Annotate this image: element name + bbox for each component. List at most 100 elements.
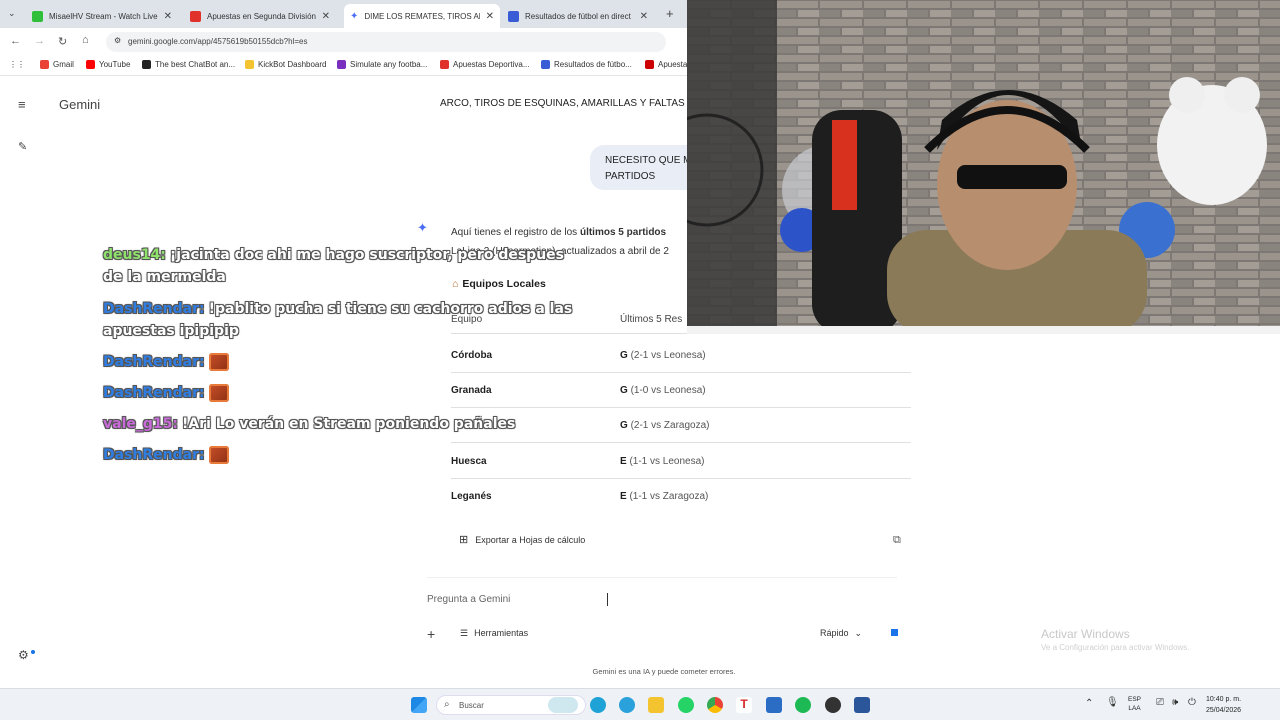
stop-button[interactable]	[891, 629, 898, 636]
prompt-input[interactable]: Pregunta a Gemini	[427, 594, 510, 605]
text-app-icon[interactable]: T	[736, 697, 752, 713]
windows-taskbar: ⌕ Buscar T ⌃ 🎙 ESP LAA ⎚ 🕪 ⏻ 10:40 p. m. 2…	[0, 688, 1280, 720]
tools-button[interactable]: ☰ Herramientas	[460, 628, 528, 639]
column-header: Últimos 5 Res	[620, 314, 683, 325]
kickbot-icon	[245, 60, 254, 69]
file-explorer-icon[interactable]	[648, 697, 664, 713]
chat-message: DashRendar:	[103, 351, 583, 373]
resultados-favicon-icon	[508, 10, 519, 22]
reload-icon[interactable]: ↻	[58, 35, 67, 48]
prompt-header: ARCO, TIROS DE ESQUINAS, AMARILLAS Y FAL…	[440, 98, 685, 109]
volume-icon[interactable]: 🕪	[1172, 697, 1178, 708]
bookmark-simulate[interactable]: Simulate any footba...	[337, 60, 427, 69]
activation-watermark-subtitle: Ve a Configuración para activar Windows.	[1041, 643, 1190, 652]
battery-icon[interactable]: ⏻	[1188, 697, 1196, 708]
home-icon[interactable]: ⌂	[82, 34, 89, 46]
chat-username: DashRendar:	[103, 301, 205, 317]
chat-username: DashRendar:	[103, 447, 205, 463]
export-label: Exportar a Hojas de cálculo	[475, 534, 586, 545]
table-icon: ⊞	[459, 534, 469, 546]
bookmark-gmail[interactable]: Gmail	[40, 60, 74, 69]
url-input[interactable]: ⚙ gemini.google.com/app/4575619b50155dcb…	[106, 32, 666, 52]
tab-title: MisaelHV Stream - Watch Live	[49, 11, 158, 21]
kick-favicon-icon	[32, 10, 43, 22]
bookmark-apuesta[interactable]: Apuesta	[645, 60, 687, 69]
tab-title: Apuestas en Segunda División	[207, 11, 316, 21]
forward-icon[interactable]: →	[34, 35, 45, 47]
network-icon[interactable]: ⎚	[1156, 697, 1164, 708]
spotify-icon[interactable]	[795, 697, 811, 713]
obs-icon[interactable]	[825, 697, 841, 713]
windows-start-icon[interactable]	[411, 697, 427, 713]
menu-icon[interactable]: ≡	[18, 97, 26, 112]
emote-icon	[208, 353, 229, 371]
result-cell: E (1-1 vs Zaragoza)	[620, 491, 709, 502]
search-placeholder: Buscar	[459, 701, 484, 710]
result-cell: G (2-1 vs Leonesa)	[620, 349, 706, 361]
copy-icon[interactable]: ⧉	[893, 534, 901, 547]
table-row: Leganés E (1-1 vs Zaragoza)	[451, 479, 911, 514]
bookmarks-bar: ⋮⋮ Gmail YouTube The best ChatBot an... …	[0, 56, 687, 76]
close-icon[interactable]: ✕	[164, 11, 172, 22]
disclaimer-text: Gemini es una IA y puede cometer errores…	[592, 667, 736, 676]
tab-3-active[interactable]: ✦ DIME LOS REMATES, TIROS AL ✕	[344, 4, 500, 28]
tab-2[interactable]: Apuestas en Segunda División ✕	[184, 4, 336, 28]
new-tab-icon[interactable]: +	[666, 6, 674, 21]
gemini-sparkle-icon: ✦	[417, 220, 428, 235]
chat-text: !Ari Lo verán en Stream poniendo pañales	[181, 416, 516, 432]
word-icon[interactable]	[854, 697, 870, 713]
model-mode-dropdown[interactable]: Rápido ⌄	[820, 628, 862, 639]
new-chat-icon[interactable]: ✎	[18, 140, 27, 153]
browser-tab-strip: ⌄ MisaelHV Stream - Watch Live ✕ Apuesta…	[0, 0, 687, 28]
bookmark-apuestas[interactable]: Apuestas Deportiva...	[440, 60, 529, 69]
simulate-icon	[337, 60, 346, 69]
tab-1[interactable]: MisaelHV Stream - Watch Live ✕	[26, 4, 178, 28]
apuestas-icon	[440, 60, 449, 69]
close-icon[interactable]: ✕	[640, 11, 648, 22]
apuesta-icon	[645, 60, 654, 69]
telegram-icon[interactable]	[619, 697, 635, 713]
clock[interactable]: 10:40 p. m. 25/04/2026	[1206, 694, 1241, 716]
chat-username: DashRendar:	[103, 385, 205, 401]
language-indicator[interactable]: ESP LAA	[1128, 695, 1141, 713]
chat-message: deus14: ¡jacinta doc ahi me hago suscript…	[103, 244, 583, 288]
widget-icon[interactable]	[548, 697, 578, 713]
close-icon[interactable]: ✕	[486, 11, 494, 22]
whatsapp-icon[interactable]	[678, 697, 694, 713]
url-text: gemini.google.com/app/4575619b50155dcb?h…	[128, 37, 308, 46]
tab-4[interactable]: Resultados de fútbol en direct ✕	[502, 4, 654, 28]
chat-message: DashRendar: !pablito pucha si tiene su ca…	[103, 298, 583, 342]
bookmark-youtube[interactable]: YouTube	[86, 60, 130, 69]
chrome-icon[interactable]	[707, 697, 723, 713]
tab-search-icon[interactable]: ⌄	[8, 8, 16, 19]
microphone-icon[interactable]: 🎙	[1106, 697, 1119, 708]
back-icon[interactable]: ←	[10, 35, 21, 47]
bookmark-chatbot[interactable]: The best ChatBot an...	[142, 60, 235, 69]
youtube-icon	[86, 60, 95, 69]
user-message-line: NECESITO QUE M	[605, 155, 687, 166]
team-cell: Leganés	[451, 491, 492, 502]
activation-watermark-title: Activar Windows	[1041, 627, 1130, 641]
bookmark-kickbot[interactable]: KickBot Dashboard	[245, 60, 326, 69]
sliders-icon: ☰	[460, 628, 469, 638]
site-info-icon[interactable]: ⚙	[114, 36, 121, 45]
close-icon[interactable]: ✕	[322, 11, 330, 22]
emote-icon	[208, 446, 229, 464]
settings-icon[interactable]: ⚙	[18, 648, 29, 662]
apps-icon[interactable]: ⋮⋮	[9, 60, 25, 69]
add-attachment-icon[interactable]: +	[427, 626, 435, 642]
apuestas-favicon-icon	[190, 10, 201, 22]
chat-text: ¡jacinta doc ahi me hago suscriptor, per…	[103, 247, 564, 285]
export-sheets-button[interactable]: ⊞ Exportar a Hojas de cálculo	[459, 533, 585, 546]
result-cell: G (2-1 vs Zaragoza)	[620, 419, 710, 431]
calculator-icon[interactable]	[766, 697, 782, 713]
edge-icon[interactable]	[590, 697, 606, 713]
chat-message: vale_g15: !Ari Lo verán en Stream poniend…	[103, 413, 583, 435]
chat-message: DashRendar:	[103, 382, 583, 404]
chevron-up-icon[interactable]: ⌃	[1085, 698, 1093, 709]
chevron-down-icon: ⌄	[854, 628, 863, 638]
bookmark-resultados[interactable]: Resultados de fútbo...	[541, 60, 632, 69]
webcam-feed	[687, 0, 1280, 334]
tab-title: Resultados de fútbol en direct	[525, 11, 631, 21]
result-cell: G (1-0 vs Leonesa)	[620, 384, 706, 396]
